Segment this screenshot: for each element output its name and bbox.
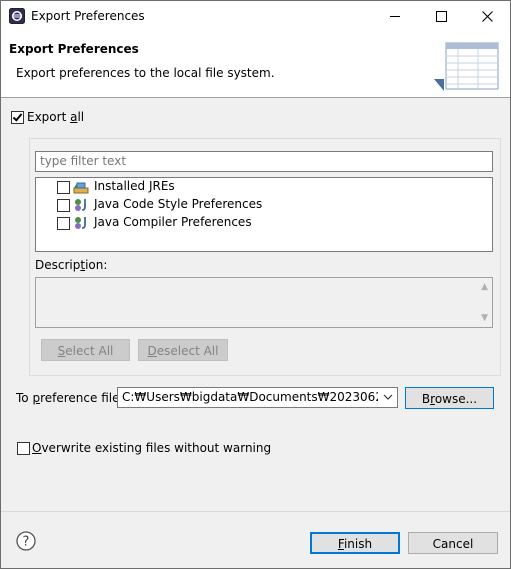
wizard-banner: Export Preferences Export preferences to…	[1, 31, 510, 98]
export-preferences-dialog: Export Preferences Export Preferences Ex…	[0, 0, 511, 569]
banner-description: Export preferences to the local file sys…	[16, 66, 275, 80]
tree-item-java-code-style[interactable]: Java Code Style Preferences	[36, 196, 492, 214]
preference-file-path: C:₩Users₩bigdata₩Documents₩20230622_sts3	[122, 390, 378, 404]
minimize-button[interactable]	[372, 1, 418, 31]
window-title: Export Preferences	[31, 9, 145, 23]
java-prefs-icon	[75, 217, 86, 229]
tree-item-checkbox[interactable]	[57, 181, 70, 194]
jre-icon	[73, 182, 89, 194]
tree-item-label: Java Compiler Preferences	[94, 215, 252, 229]
description-text-area[interactable]: ▲ ▼	[35, 277, 493, 328]
deselect-all-button[interactable]: Deselect All	[138, 339, 228, 361]
scroll-up-icon[interactable]: ▲	[481, 282, 488, 292]
scroll-down-icon[interactable]: ▼	[481, 313, 488, 323]
maximize-button[interactable]	[418, 1, 464, 31]
help-icon[interactable]: ?	[16, 531, 36, 551]
close-button[interactable]	[464, 1, 510, 31]
eclipse-app-icon	[9, 8, 25, 24]
chevron-down-icon[interactable]	[383, 393, 393, 401]
overwrite-checkbox[interactable]	[17, 442, 30, 455]
preference-file-label: To preference file:	[16, 391, 124, 405]
tree-item-label: Java Code Style Preferences	[94, 197, 263, 211]
tree-item-installed-jres[interactable]: Installed JREs	[36, 178, 492, 196]
java-prefs-icon	[75, 199, 86, 211]
banner-title: Export Preferences	[9, 42, 139, 56]
close-icon	[482, 11, 493, 22]
browse-button[interactable]: Browse...	[405, 387, 494, 409]
cancel-button[interactable]: Cancel	[408, 532, 498, 554]
export-all-label[interactable]: Export all	[27, 110, 84, 124]
select-all-button[interactable]: Select All	[41, 339, 130, 361]
finish-button[interactable]: Finish	[310, 532, 400, 554]
tree-item-java-compiler[interactable]: Java Compiler Preferences	[36, 214, 492, 232]
title-bar[interactable]: Export Preferences	[1, 1, 510, 31]
tree-item-checkbox[interactable]	[57, 217, 70, 230]
preference-file-combo[interactable]: C:₩Users₩bigdata₩Documents₩20230622_sts3	[117, 387, 398, 408]
export-wizard-banner-icon	[434, 42, 499, 91]
description-label: Description:	[35, 258, 108, 272]
tree-item-checkbox[interactable]	[57, 199, 70, 212]
footer-divider	[1, 511, 510, 512]
export-all-checkbox[interactable]	[11, 111, 24, 124]
overwrite-label[interactable]: Overwrite existing files without warning	[32, 441, 271, 455]
filter-field[interactable]	[35, 151, 493, 172]
filter-input[interactable]	[36, 152, 490, 169]
svg-text:?: ?	[23, 535, 30, 550]
preferences-tree[interactable]: Installed JREs Java Code Style Preferenc…	[35, 177, 493, 252]
tree-item-label: Installed JREs	[94, 179, 175, 193]
